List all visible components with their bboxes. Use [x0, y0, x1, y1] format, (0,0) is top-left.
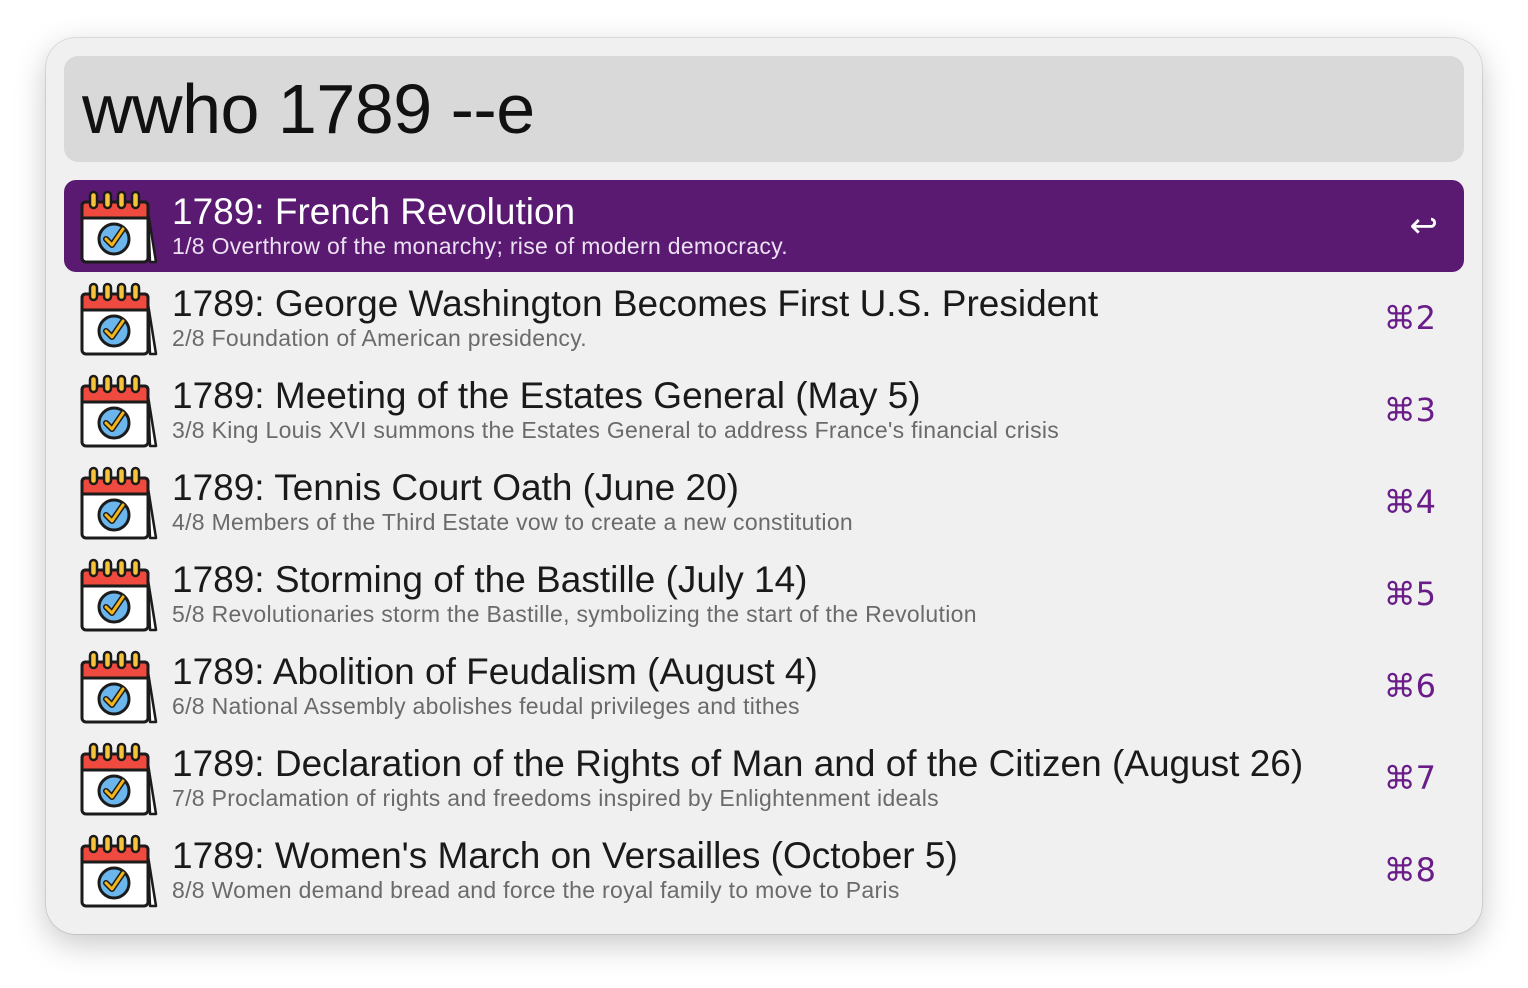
shortcut-hint: ⌘5 [1383, 575, 1436, 613]
result-subtitle: 1/8 Overthrow of the monarchy; rise of m… [172, 233, 788, 259]
shortcut-hint: ⌘4 [1383, 483, 1436, 521]
result-row[interactable]: 1789: Storming of the Bastille (July 14)… [64, 548, 1464, 640]
result-title: 1789: Declaration of the Rights of Man a… [172, 743, 1304, 784]
calendar-check-icon [78, 740, 158, 820]
return-key-icon: ↩ [1409, 206, 1439, 246]
calendar-check-icon [78, 556, 158, 636]
search-input[interactable]: wwho 1789 --e [82, 56, 535, 162]
shortcut-hint: ⌘3 [1383, 391, 1436, 429]
result-subtitle: 2/8 Foundation of American presidency. [172, 325, 587, 351]
result-title: 1789: Abolition of Feudalism (August 4) [172, 651, 818, 692]
result-row[interactable]: 1789: George Washington Becomes First U.… [64, 272, 1464, 364]
shortcut-hint: ⌘8 [1383, 851, 1436, 889]
result-title: 1789: Meeting of the Estates General (Ma… [172, 375, 921, 416]
results-list: 1789: French Revolution 1/8 Overthrow of … [64, 180, 1464, 916]
result-title: 1789: Storming of the Bastille (July 14) [172, 559, 808, 600]
result-row[interactable]: 1789: Meeting of the Estates General (Ma… [64, 364, 1464, 456]
result-title: 1789: Tennis Court Oath (June 20) [172, 467, 739, 508]
shortcut-hint: ⌘6 [1383, 667, 1436, 705]
result-title: 1789: George Washington Becomes First U.… [172, 283, 1099, 324]
shortcut-hint: ⌘7 [1383, 759, 1436, 797]
calendar-check-icon [78, 832, 158, 912]
result-subtitle: 5/8 Revolutionaries storm the Bastille, … [172, 601, 977, 627]
result-title: 1789: French Revolution [172, 191, 576, 232]
result-row[interactable]: 1789: Tennis Court Oath (June 20) 4/8 Mem… [64, 456, 1464, 548]
result-row[interactable]: 1789: Abolition of Feudalism (August 4) 6… [64, 640, 1464, 732]
result-row-selected[interactable]: 1789: French Revolution 1/8 Overthrow of … [64, 180, 1464, 272]
result-row[interactable]: 1789: Women's March on Versailles (Octob… [64, 824, 1464, 916]
result-subtitle: 6/8 National Assembly abolishes feudal p… [172, 693, 800, 719]
calendar-check-icon [78, 648, 158, 728]
launcher-window: wwho 1789 --e 1789: French Revolution 1/8… [46, 38, 1482, 934]
calendar-check-icon [78, 464, 158, 544]
search-field[interactable]: wwho 1789 --e [64, 56, 1464, 162]
result-row[interactable]: 1789: Declaration of the Rights of Man a… [64, 732, 1464, 824]
result-subtitle: 4/8 Members of the Third Estate vow to c… [172, 509, 853, 535]
calendar-check-icon [78, 372, 158, 452]
result-subtitle: 7/8 Proclamation of rights and freedoms … [172, 785, 939, 811]
calendar-check-icon [78, 188, 158, 268]
shortcut-hint: ⌘2 [1383, 299, 1436, 337]
result-title: 1789: Women's March on Versailles (Octob… [172, 835, 958, 876]
result-subtitle: 3/8 King Louis XVI summons the Estates G… [172, 417, 1060, 443]
calendar-check-icon [78, 280, 158, 360]
result-subtitle: 8/8 Women demand bread and force the roy… [172, 877, 900, 903]
